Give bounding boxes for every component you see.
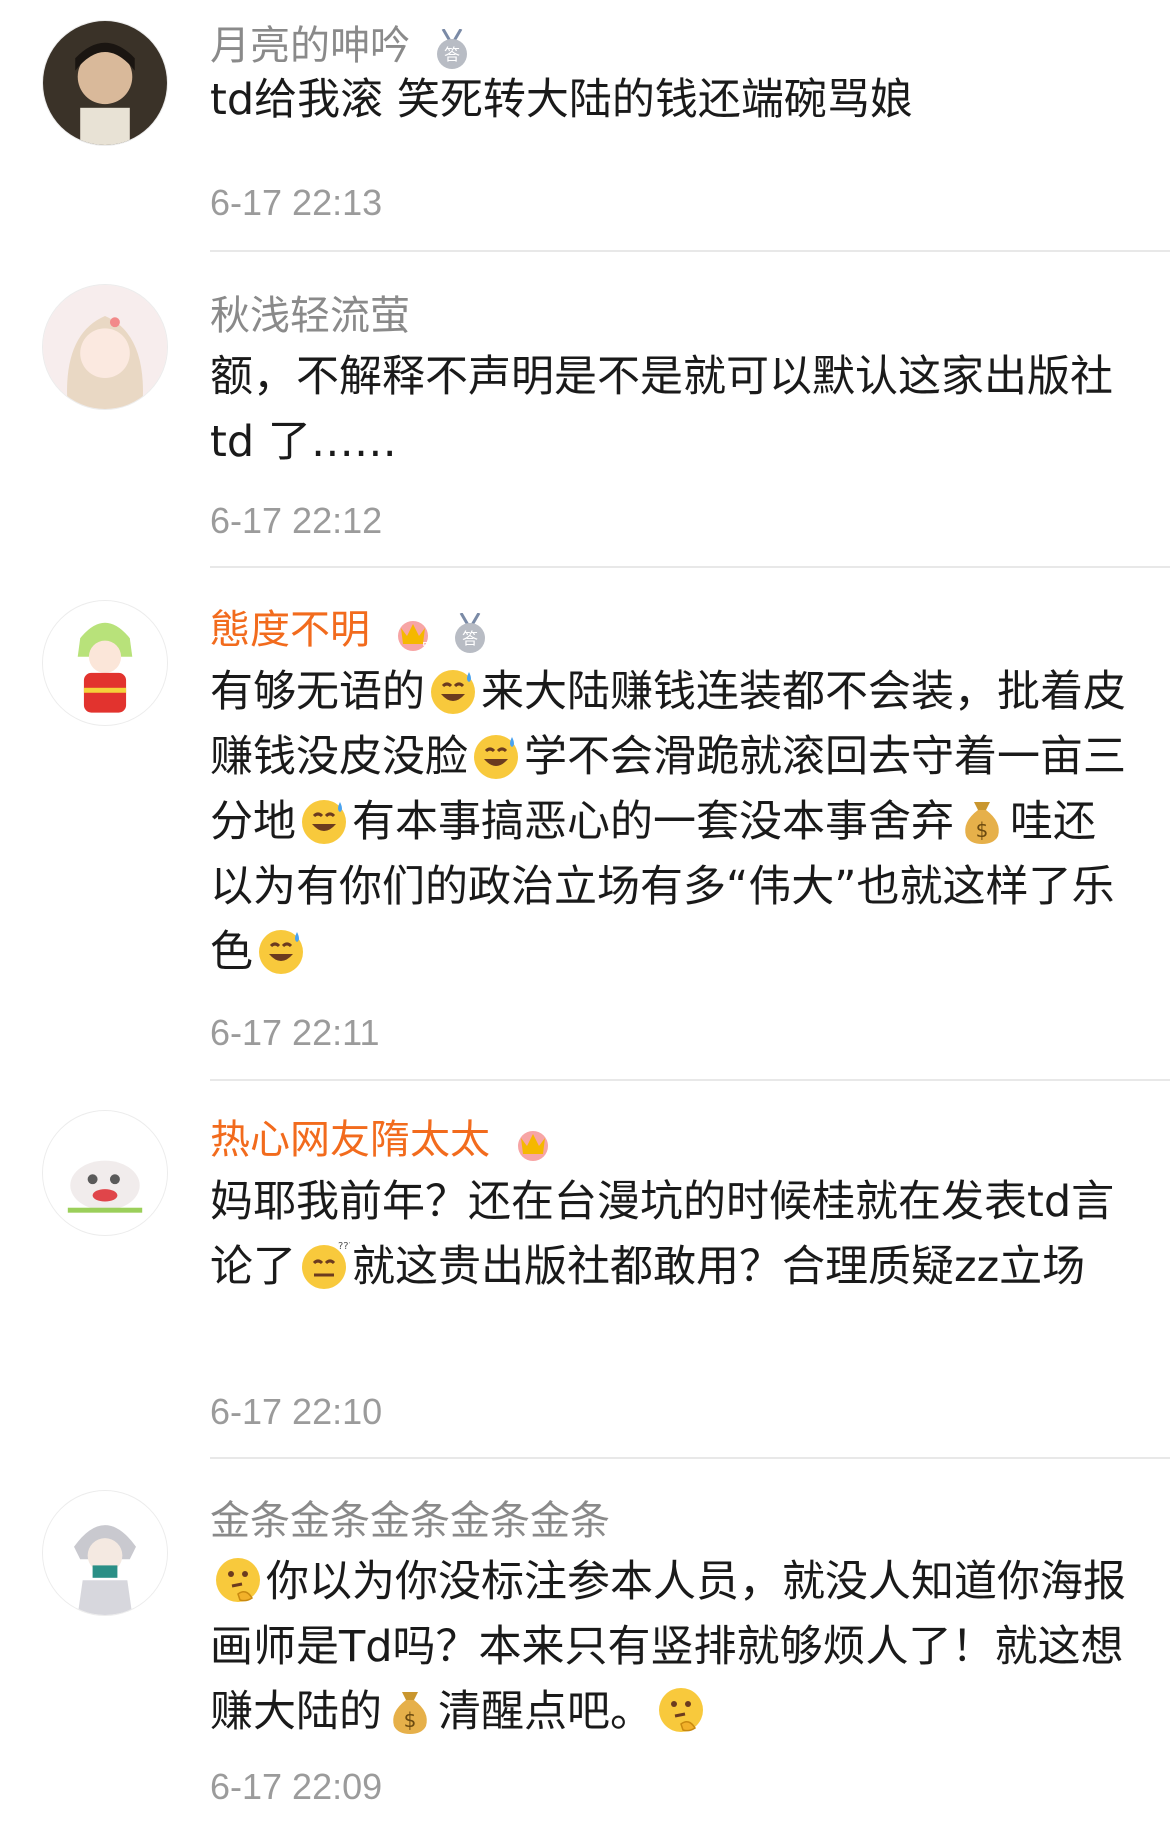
comment-text: 你以为你没标注参本人员，就没人知道你海报画师是Td吗？本来只有竖排就够烦人了！就… [210, 1550, 1130, 1745]
answer-medal-icon: 答 [455, 613, 486, 653]
divider [210, 250, 1170, 252]
sweat-smile-emoji [259, 930, 303, 974]
username[interactable]: 態度不明 5 答 [210, 604, 495, 658]
svg-text:答: 答 [462, 629, 478, 648]
crown-badge-icon: 5 [397, 621, 429, 653]
crown-badge-icon [517, 1131, 548, 1161]
comment-text: 有够无语的 来大陆赚钱连装都不会装，批着皮赚钱没皮没脸 学不会滑跪就滚回去守着一亩三… [210, 660, 1130, 985]
divider [210, 1079, 1170, 1081]
thinking-emoji [216, 1558, 260, 1602]
svg-text:???: ??? [338, 1241, 350, 1252]
divider [210, 1457, 1170, 1459]
comment-time: 6-17 22:12 [210, 500, 383, 541]
svg-text:5: 5 [422, 640, 429, 653]
sweat-smile-emoji [431, 670, 475, 714]
avatar[interactable] [42, 284, 168, 410]
thinking-emoji [659, 1688, 703, 1732]
svg-text:$: $ [976, 818, 989, 842]
confused-emoji: ??? [302, 1241, 350, 1289]
avatar[interactable] [42, 1490, 168, 1616]
avatar[interactable] [42, 600, 168, 726]
comment-time: 6-17 22:13 [210, 182, 383, 223]
comment-time: 6-17 22:11 [210, 1012, 380, 1053]
answer-medal-icon: 答 [436, 29, 467, 69]
comment-text: 额，不解释不声明是不是就可以默认这家出版社 td 了…… [210, 352, 1113, 467]
username[interactable]: 金条金条金条金条金条 [210, 1495, 610, 1547]
comment-time: 6-17 22:09 [210, 1766, 383, 1807]
username[interactable]: 热心网友隋太太 [210, 1114, 559, 1168]
money-bag-emoji: $ [965, 802, 999, 844]
comment-time: 6-17 22:10 [210, 1391, 383, 1432]
svg-text:答: 答 [444, 45, 460, 64]
username[interactable]: 秋浅轻流萤 [210, 290, 410, 342]
svg-text:$: $ [404, 1708, 417, 1732]
money-bag-emoji: $ [393, 1692, 427, 1734]
comment-text: 妈耶我前年？还在台漫坑的时候桂就在发表td言论了???就这贵出版社都敢用？合理质… [210, 1177, 1115, 1292]
sweat-smile-emoji [474, 735, 518, 779]
comment-list: 月亮的呻吟 答 td给我滚 笑死转大陆的钱还端碗骂娘 6-17 22:13 秋浅… [0, 0, 1170, 1838]
username[interactable]: 月亮的呻吟 答 [210, 20, 477, 74]
sweat-smile-emoji [302, 800, 346, 844]
avatar[interactable] [42, 20, 168, 146]
divider [210, 566, 1170, 568]
comment-text: td给我滚 笑死转大陆的钱还端碗骂娘 [210, 75, 913, 125]
avatar[interactable] [42, 1110, 168, 1236]
